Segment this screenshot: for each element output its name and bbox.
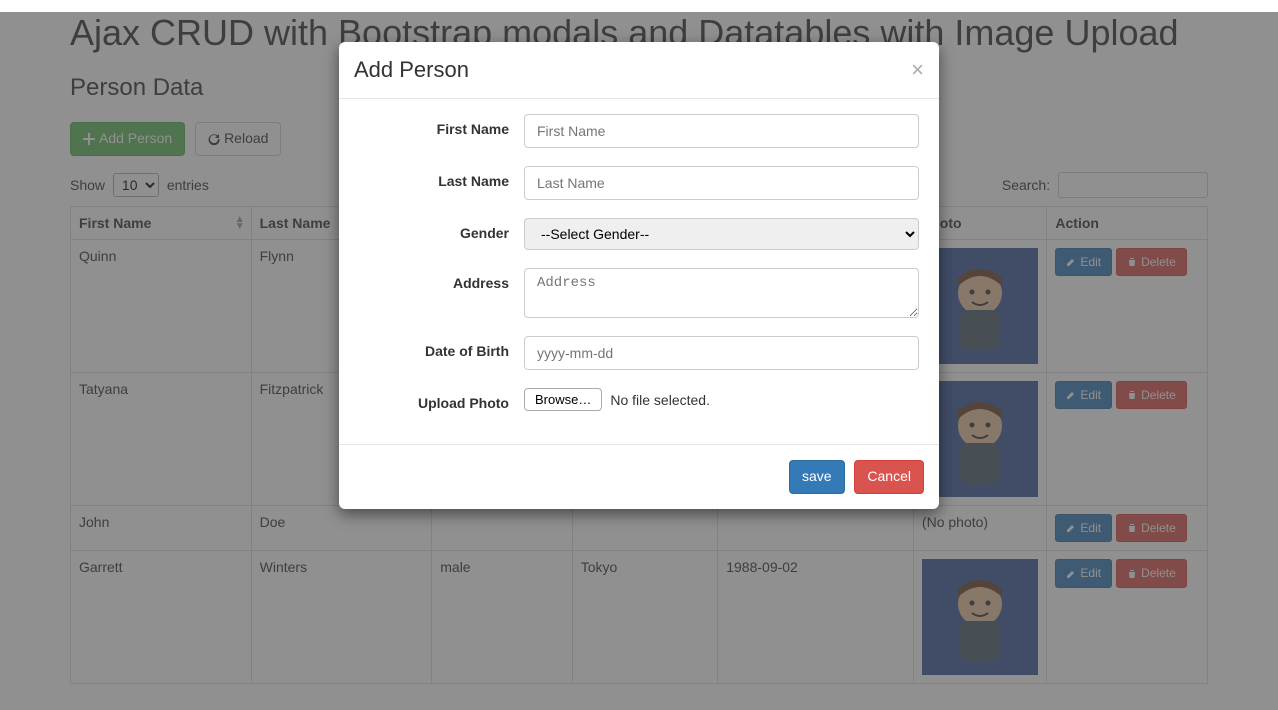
last-name-input[interactable] bbox=[524, 166, 919, 200]
address-input[interactable] bbox=[524, 268, 919, 318]
close-icon: × bbox=[911, 57, 924, 82]
close-button[interactable]: × bbox=[911, 57, 924, 83]
gender-label: Gender bbox=[359, 218, 524, 241]
file-status: No file selected. bbox=[610, 392, 710, 408]
dob-label: Date of Birth bbox=[359, 336, 524, 359]
first-name-input[interactable] bbox=[524, 114, 919, 148]
browse-button[interactable]: Browse… bbox=[524, 388, 602, 411]
modal-title: Add Person bbox=[354, 57, 469, 83]
save-button[interactable]: save bbox=[789, 460, 845, 494]
first-name-label: First Name bbox=[359, 114, 524, 137]
add-person-modal: Add Person × First Name Last Name Gender… bbox=[339, 42, 939, 509]
photo-label: Upload Photo bbox=[359, 388, 524, 411]
last-name-label: Last Name bbox=[359, 166, 524, 189]
modal-backdrop[interactable]: Add Person × First Name Last Name Gender… bbox=[0, 12, 1278, 710]
address-label: Address bbox=[359, 268, 524, 291]
gender-select[interactable]: --Select Gender-- bbox=[524, 218, 919, 250]
dob-input[interactable] bbox=[524, 336, 919, 370]
cancel-button[interactable]: Cancel bbox=[854, 460, 924, 494]
